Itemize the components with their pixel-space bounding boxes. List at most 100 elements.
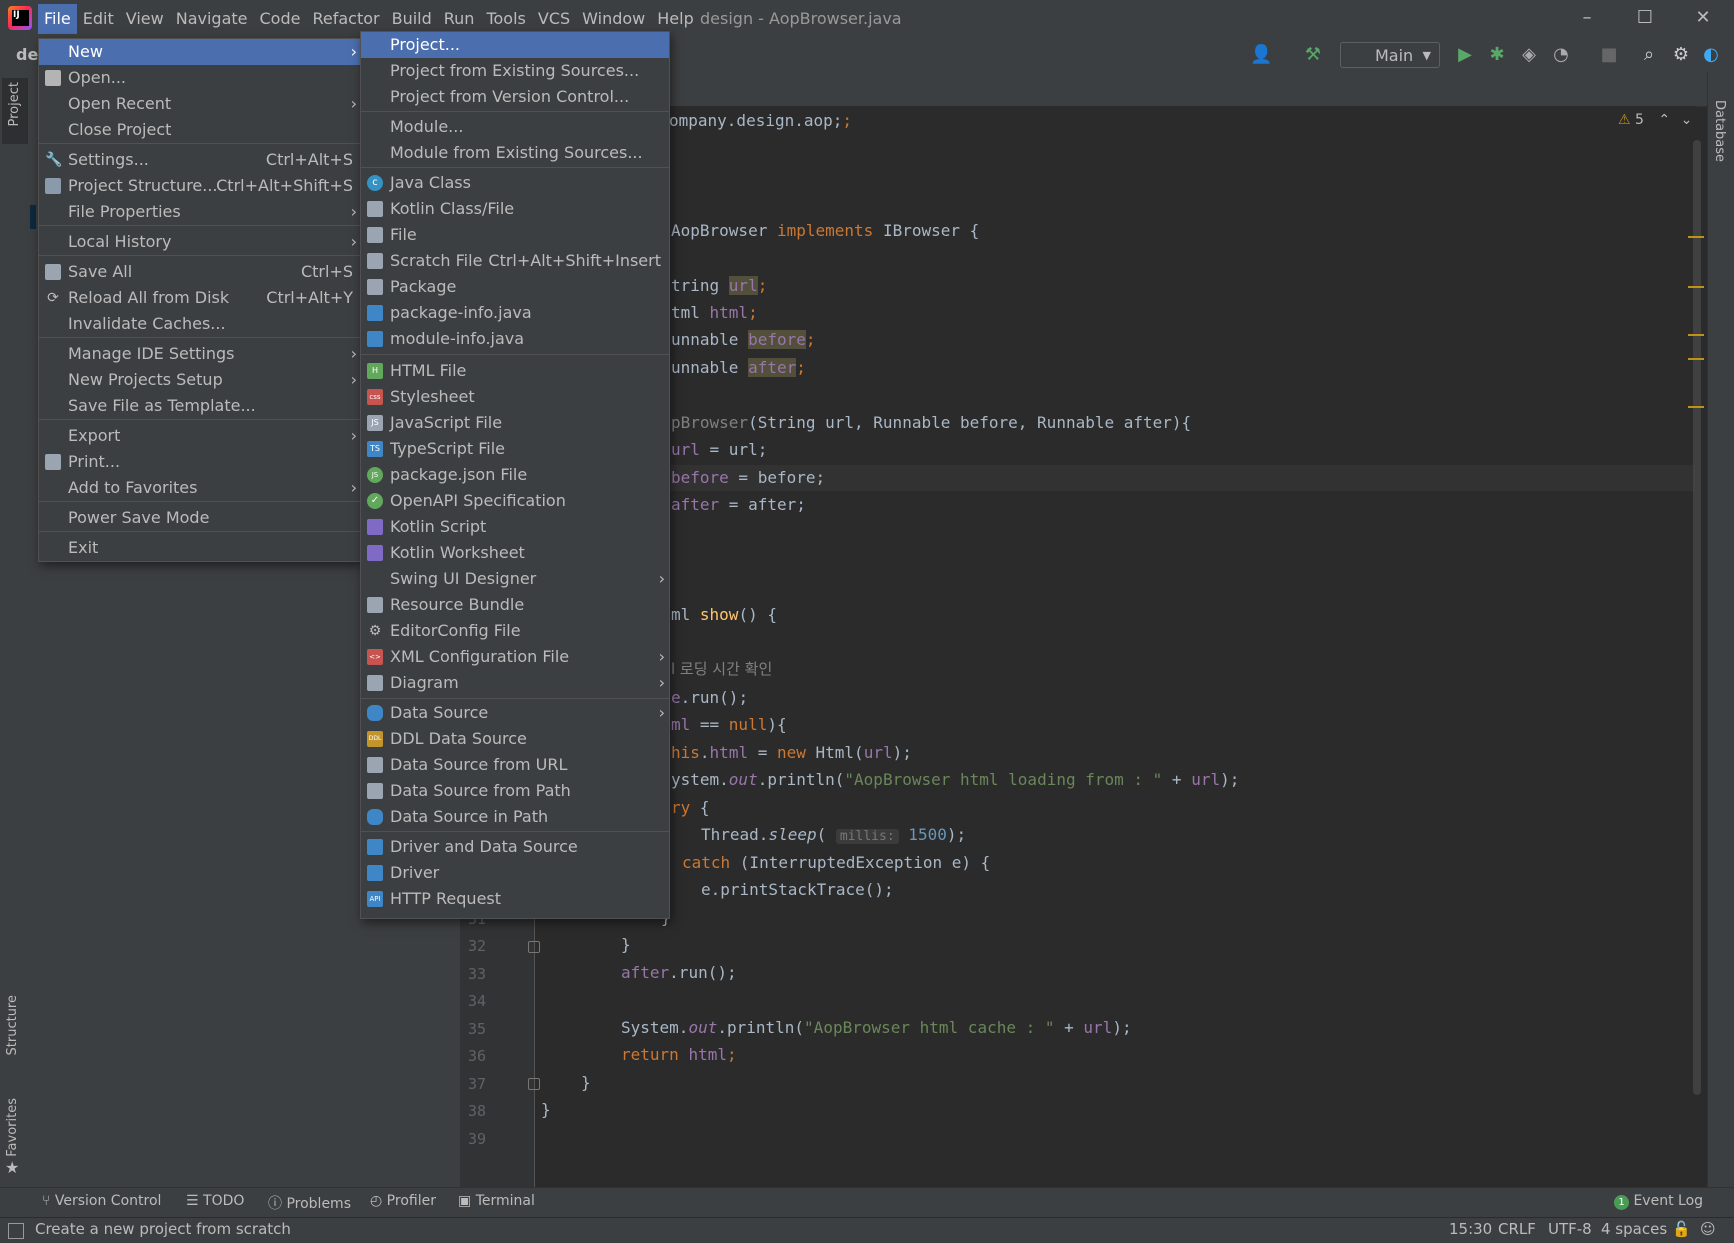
menu-data-source[interactable]: Data Source › <box>361 700 669 726</box>
menu-driver[interactable]: Driver <box>361 860 669 886</box>
search-icon[interactable]: ⌕ <box>1638 44 1660 66</box>
chevron-up-icon[interactable]: ⌃ <box>1658 112 1670 128</box>
stop-icon[interactable]: ■ <box>1598 44 1620 66</box>
chevron-down-icon[interactable]: ⌄ <box>1681 112 1693 128</box>
menu-stylesheet[interactable]: css Stylesheet <box>361 384 669 410</box>
menu-java-class[interactable]: c Java Class <box>361 170 669 196</box>
menu-new-projects-setup[interactable]: New Projects Setup › <box>39 367 361 393</box>
inspection-widget[interactable]: ⚠ 5 ⌃ ⌄ <box>1618 112 1692 128</box>
menu-scratch-file[interactable]: Scratch File Ctrl+Alt+Shift+Insert <box>361 248 669 274</box>
minimize-button[interactable]: – <box>1558 0 1616 38</box>
menu-swing-ui[interactable]: Swing UI Designer › <box>361 566 669 592</box>
version-control-tab[interactable]: ⑂ Version Control <box>42 1193 161 1209</box>
menu-package-info[interactable]: package-info.java <box>361 300 669 326</box>
todo-tab[interactable]: ☰ TODO <box>186 1193 244 1209</box>
menu-module-info[interactable]: module-info.java <box>361 326 669 352</box>
menu-file[interactable]: File <box>361 222 669 248</box>
menu-exit[interactable]: Exit <box>39 535 361 561</box>
run-icon[interactable]: ▶ <box>1454 44 1476 66</box>
menu-invalidate-caches[interactable]: Invalidate Caches... <box>39 311 361 337</box>
menu-open[interactable]: Open... <box>39 65 361 91</box>
line-separator[interactable]: CRLF <box>1498 1220 1536 1238</box>
file-encoding[interactable]: UTF-8 <box>1548 1220 1592 1238</box>
menu-edit[interactable]: Edit <box>77 4 120 34</box>
menu-add-favorites[interactable]: Add to Favorites › <box>39 475 361 501</box>
menu-vcs[interactable]: VCS <box>532 4 576 34</box>
menu-window[interactable]: Window <box>576 4 651 34</box>
menu-reload[interactable]: ⟳ Reload All from Disk Ctrl+Alt+Y <box>39 285 361 311</box>
menu-power-save[interactable]: Power Save Mode <box>39 505 361 531</box>
build-hammer-icon[interactable]: ⚒ <box>1302 44 1324 66</box>
close-window-button[interactable]: ✕ <box>1674 0 1732 38</box>
menu-code[interactable]: Code <box>254 4 307 34</box>
menu-openapi[interactable]: ✓ OpenAPI Specification <box>361 488 669 514</box>
intellij-logo-icon[interactable]: IJ <box>8 6 32 30</box>
menu-http-request[interactable]: API HTTP Request <box>361 886 669 912</box>
menu-package-json[interactable]: JS package.json File <box>361 462 669 488</box>
maximize-button[interactable]: ☐ <box>1616 0 1674 38</box>
run-configuration-select[interactable]: Main ▼ <box>1340 42 1440 68</box>
menu-xml-config[interactable]: <> XML Configuration File › <box>361 644 669 670</box>
menu-refactor[interactable]: Refactor <box>306 4 385 34</box>
menu-new-project[interactable]: Project... <box>361 32 669 58</box>
fold-icon[interactable] <box>528 941 540 953</box>
menu-close-project[interactable]: Close Project <box>39 117 361 143</box>
indent-setting[interactable]: 4 spaces <box>1601 1220 1667 1238</box>
problems-tab[interactable]: ⓘ Problems <box>268 1193 351 1213</box>
editor-scrollbar[interactable] <box>1693 140 1701 1095</box>
structure-tab[interactable]: Structure <box>5 995 20 1055</box>
database-tab[interactable]: Database <box>1712 100 1727 162</box>
menu-ds-path[interactable]: Data Source from Path <box>361 778 669 804</box>
menu-package[interactable]: Package <box>361 274 669 300</box>
warning-mark[interactable] <box>1688 286 1704 288</box>
caret-position[interactable]: 15:30 <box>1449 1220 1492 1238</box>
menu-ds-in-path[interactable]: Data Source in Path <box>361 804 669 830</box>
menu-editorconfig[interactable]: ⚙ EditorConfig File <box>361 618 669 644</box>
menu-typescript[interactable]: TS TypeScript File <box>361 436 669 462</box>
fold-icon[interactable] <box>528 1078 540 1090</box>
profile-icon[interactable]: ◔ <box>1550 44 1572 66</box>
ide-logo-icon[interactable]: ◐ <box>1700 44 1722 66</box>
menu-diagram[interactable]: Diagram › <box>361 670 669 696</box>
menu-help[interactable]: Help <box>651 4 699 34</box>
menu-local-history[interactable]: Local History › <box>39 229 361 255</box>
lock-icon[interactable]: 🔓 <box>1672 1220 1691 1238</box>
terminal-tab[interactable]: ▣ Terminal <box>458 1193 535 1209</box>
menu-new[interactable]: New › <box>39 39 361 65</box>
user-icon[interactable]: 👤 <box>1250 44 1272 66</box>
menu-module-existing[interactable]: Module from Existing Sources... <box>361 140 669 166</box>
menu-kotlin-class[interactable]: Kotlin Class/File <box>361 196 669 222</box>
menu-build[interactable]: Build <box>386 4 438 34</box>
warning-mark[interactable] <box>1688 334 1704 336</box>
profiler-tab[interactable]: ◴ Profiler <box>370 1193 436 1209</box>
menu-navigate[interactable]: Navigate <box>170 4 254 34</box>
menu-save-all[interactable]: Save All Ctrl+S <box>39 259 361 285</box>
menu-tools[interactable]: Tools <box>480 4 531 34</box>
warning-mark[interactable] <box>1688 406 1704 408</box>
project-tab[interactable]: Project <box>2 78 28 144</box>
debug-icon[interactable]: ✱ <box>1486 44 1508 66</box>
memory-indicator-icon[interactable]: ☺ <box>1700 1220 1716 1238</box>
menu-project-existing[interactable]: Project from Existing Sources... <box>361 58 669 84</box>
event-log-tab[interactable]: 1 Event Log <box>1614 1193 1703 1210</box>
menu-module[interactable]: Module... <box>361 114 669 140</box>
warning-mark[interactable] <box>1688 358 1704 360</box>
toggle-tool-windows-icon[interactable] <box>8 1223 24 1239</box>
menu-ddl-data-source[interactable]: DDL DDL Data Source <box>361 726 669 752</box>
menu-open-recent[interactable]: Open Recent › <box>39 91 361 117</box>
gear-icon[interactable]: ⚙ <box>1670 44 1692 66</box>
menu-project-vcs[interactable]: Project from Version Control... <box>361 84 669 110</box>
menu-ds-url[interactable]: Data Source from URL <box>361 752 669 778</box>
favorites-tab[interactable]: Favorites <box>5 1098 20 1157</box>
menu-save-template[interactable]: Save File as Template... <box>39 393 361 419</box>
menu-driver-ds[interactable]: Driver and Data Source <box>361 834 669 860</box>
menu-resource-bundle[interactable]: Resource Bundle <box>361 592 669 618</box>
menu-html-file[interactable]: H HTML File <box>361 358 669 384</box>
menu-export[interactable]: Export › <box>39 423 361 449</box>
menu-javascript[interactable]: JS JavaScript File <box>361 410 669 436</box>
coverage-icon[interactable]: ◈ <box>1518 44 1540 66</box>
menu-settings[interactable]: 🔧 Settings... Ctrl+Alt+S <box>39 147 361 173</box>
menu-file[interactable]: File <box>38 4 77 34</box>
menu-print[interactable]: Print... <box>39 449 361 475</box>
warning-mark[interactable] <box>1688 236 1704 238</box>
